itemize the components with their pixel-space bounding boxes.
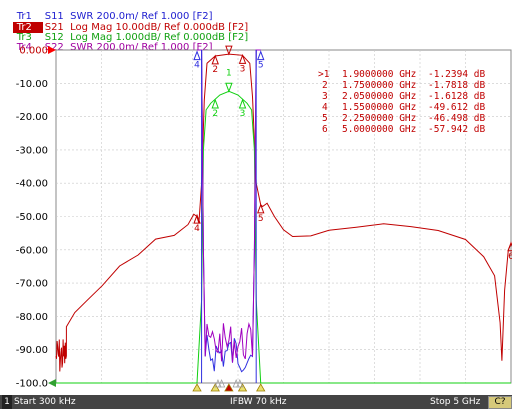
marker-label: 6 xyxy=(322,124,328,135)
marker-value: -49.612 dB xyxy=(428,102,485,113)
marker-freq: 1.5500000 GHz xyxy=(342,102,416,113)
status-bar: 1 Start 300 kHz IFBW 70 kHz Stop 5 GHz C… xyxy=(0,395,512,409)
marker-tag-label: 5 xyxy=(258,214,264,224)
ref-arrow-icon[interactable] xyxy=(48,379,56,387)
marker-label: >1 xyxy=(318,69,330,80)
marker-label: 3 xyxy=(322,91,328,102)
channel-number[interactable]: 1 xyxy=(2,395,12,409)
marker-tag-label: 2 xyxy=(212,109,218,119)
marker-tag-label: 2 xyxy=(212,65,218,75)
y-tick-label: -10.00 xyxy=(16,79,48,90)
measurement-plot[interactable]: 0.000 -10.00 -20.00 -30.00 -40.00 -50.00 -60.0… xyxy=(0,42,512,392)
marker-freq: 5.0000000 GHz xyxy=(342,124,416,135)
y-tick-label: -60.00 xyxy=(16,245,48,256)
marker-label: 2 xyxy=(322,80,328,91)
marker-triangle-icon xyxy=(237,383,248,392)
marker-tag-label: 6 xyxy=(508,252,512,262)
marker-tag-label: 4 xyxy=(194,61,200,71)
marker-tag-label: 1 xyxy=(226,68,232,78)
marker-freq: 2.2500000 GHz xyxy=(342,113,416,124)
ref-arrow-icon[interactable] xyxy=(48,46,56,54)
y-axis-labels: 0.000 -10.00 -20.00 -30.00 -40.00 -50.00 -60.0… xyxy=(16,46,48,390)
start-frequency[interactable]: Start 300 kHz xyxy=(14,395,76,409)
y-tick-label: -90.00 xyxy=(16,345,48,356)
trace-line-tr4[interactable]: Tr4 S22 SWR 200.0m/ Ref 1.000 [F2] xyxy=(0,31,213,53)
stop-frequency[interactable]: Stop 5 GHz xyxy=(430,395,480,409)
marker-triangle-icon xyxy=(210,383,220,392)
marker-tag-label: 5 xyxy=(258,61,264,71)
marker-tag-label: 3 xyxy=(240,64,246,74)
y-tick-label: -80.00 xyxy=(16,312,48,323)
y-tick-label: -30.00 xyxy=(16,145,48,156)
marker-label: 4 xyxy=(322,102,328,113)
y-tick-label: -20.00 xyxy=(16,112,48,123)
marker-tag-label: 4 xyxy=(194,224,200,234)
marker-value: -1.6128 dB xyxy=(428,91,485,102)
marker-value: -57.942 dB xyxy=(428,124,485,135)
trace-header: Tr1 S11 SWR 200.0m/ Ref 1.000 [F2] Tr2 S21… xyxy=(0,0,512,53)
marker-value: -1.7818 dB xyxy=(428,80,485,91)
marker-label: 5 xyxy=(322,113,328,124)
calibration-indicator[interactable]: C? xyxy=(488,396,512,409)
marker-triangle-icon xyxy=(256,383,266,392)
ifbw-setting[interactable]: IFBW 70 kHz xyxy=(230,395,286,409)
y-tick-label: -50.00 xyxy=(16,212,48,223)
marker-value: -1.2394 dB xyxy=(428,69,485,80)
marker-value: -46.498 dB xyxy=(428,113,485,124)
y-tick-label: -100.0 xyxy=(16,379,48,390)
marker-freq: 2.0500000 GHz xyxy=(342,91,416,102)
marker-tag-label: 3 xyxy=(240,109,246,119)
y-tick-label: 0.000 xyxy=(19,46,48,57)
marker-triangle-icon xyxy=(192,383,202,392)
marker-freq: 1.9000000 GHz xyxy=(342,69,416,80)
marker-table: >1 1.9000000 GHz -1.2394 dB 2 1.7500000 … xyxy=(318,69,485,135)
trace-line-tr1[interactable]: Tr1 S11 SWR 200.0m/ Ref 1.000 [F2] xyxy=(0,0,213,22)
marker-triangle-icon xyxy=(224,383,234,392)
marker-freq: 1.7500000 GHz xyxy=(342,80,416,91)
y-tick-label: -40.00 xyxy=(16,179,48,190)
y-tick-label: -70.00 xyxy=(16,279,48,290)
